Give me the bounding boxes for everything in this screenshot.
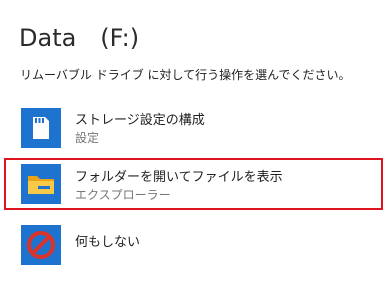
no-action-icon bbox=[21, 225, 61, 265]
option-label: フォルダーを開いてファイルを表示 bbox=[75, 170, 283, 185]
option-sublabel: 設定 bbox=[75, 131, 100, 145]
action-prompt: リムーバブル ドライブ に対して行う操作を選んでください。 bbox=[20, 68, 351, 82]
drive-title: Data (F:) bbox=[19, 24, 140, 52]
option-do-nothing[interactable]: 何もしない bbox=[7, 222, 378, 270]
sd-card-icon bbox=[21, 108, 61, 148]
folder-icon bbox=[21, 164, 61, 204]
option-label: ストレージ設定の構成 bbox=[75, 113, 205, 128]
option-sublabel: エクスプローラー bbox=[75, 188, 171, 202]
option-configure-storage[interactable]: ストレージ設定の構成 設定 bbox=[7, 105, 378, 153]
option-open-folder[interactable]: フォルダーを開いてファイルを表示 エクスプローラー bbox=[4, 158, 383, 210]
option-label: 何もしない bbox=[75, 235, 141, 250]
